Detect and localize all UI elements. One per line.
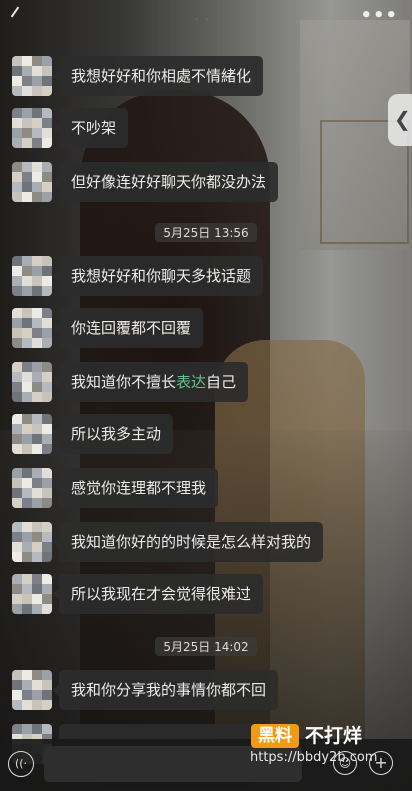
timestamp-label: 5月25日 13:56 — [155, 223, 257, 242]
chevron-left-icon: ❮ — [394, 107, 411, 131]
avatar[interactable] — [12, 522, 52, 562]
message-bubble[interactable]: 我想好好和你相處不情緒化 — [52, 56, 264, 96]
back-icon[interactable] — [10, 6, 20, 18]
highlighted-keyword[interactable]: 表达 — [176, 373, 206, 391]
avatar[interactable] — [12, 108, 52, 148]
avatar[interactable] — [12, 362, 52, 402]
voice-icon[interactable]: ((· — [8, 751, 34, 777]
message-text: 我知道你不擅长 — [71, 373, 177, 391]
message-bubble[interactable]: 所以我多主动 — [52, 414, 174, 454]
avatar[interactable] — [12, 670, 52, 710]
watermark-url: https://bbdy2b.com — [250, 750, 378, 765]
avatar[interactable] — [12, 56, 52, 96]
message-bubble[interactable]: 你连回覆都不回覆 — [52, 308, 204, 348]
message-bubble[interactable]: 不吵架 — [52, 108, 129, 148]
avatar[interactable] — [12, 414, 52, 454]
avatar[interactable] — [12, 308, 52, 348]
avatar[interactable] — [12, 256, 52, 296]
message-bubble[interactable]: 所以我现在才会觉得很难过 — [52, 574, 264, 614]
message-text: 自己 — [206, 373, 237, 391]
message-bubble[interactable]: 我知道你好的的时候是怎么样对我的 — [52, 522, 324, 562]
more-icon[interactable]: ••• — [360, 5, 398, 26]
message-bubble[interactable]: 感觉你连理都不理我 — [52, 468, 219, 508]
timestamp: 5月25日 13:56 — [0, 222, 412, 242]
watermark-badge: 黑料 — [251, 724, 299, 748]
message-bubble[interactable]: 我想好好和你聊天多找话题 — [52, 256, 264, 296]
timestamp-label: 5月25日 14:02 — [155, 637, 257, 656]
message-bubble[interactable]: 我和你分享我的事情你都不回 — [52, 670, 279, 710]
side-panel-handle[interactable]: ❮ — [388, 94, 412, 146]
title-placeholder: . . — [195, 12, 211, 23]
avatar[interactable] — [12, 574, 52, 614]
message-bubble[interactable]: 但好像连好好聊天你都没办法 — [52, 162, 279, 202]
timestamp: 5月25日 14:02 — [0, 636, 412, 656]
avatar[interactable] — [12, 162, 52, 202]
top-bar: . . ••• — [0, 0, 412, 30]
avatar[interactable] — [12, 468, 52, 508]
watermark-text: 不打烊 — [305, 725, 363, 747]
message-bubble[interactable]: 我知道你不擅长表达自己 — [52, 362, 249, 402]
